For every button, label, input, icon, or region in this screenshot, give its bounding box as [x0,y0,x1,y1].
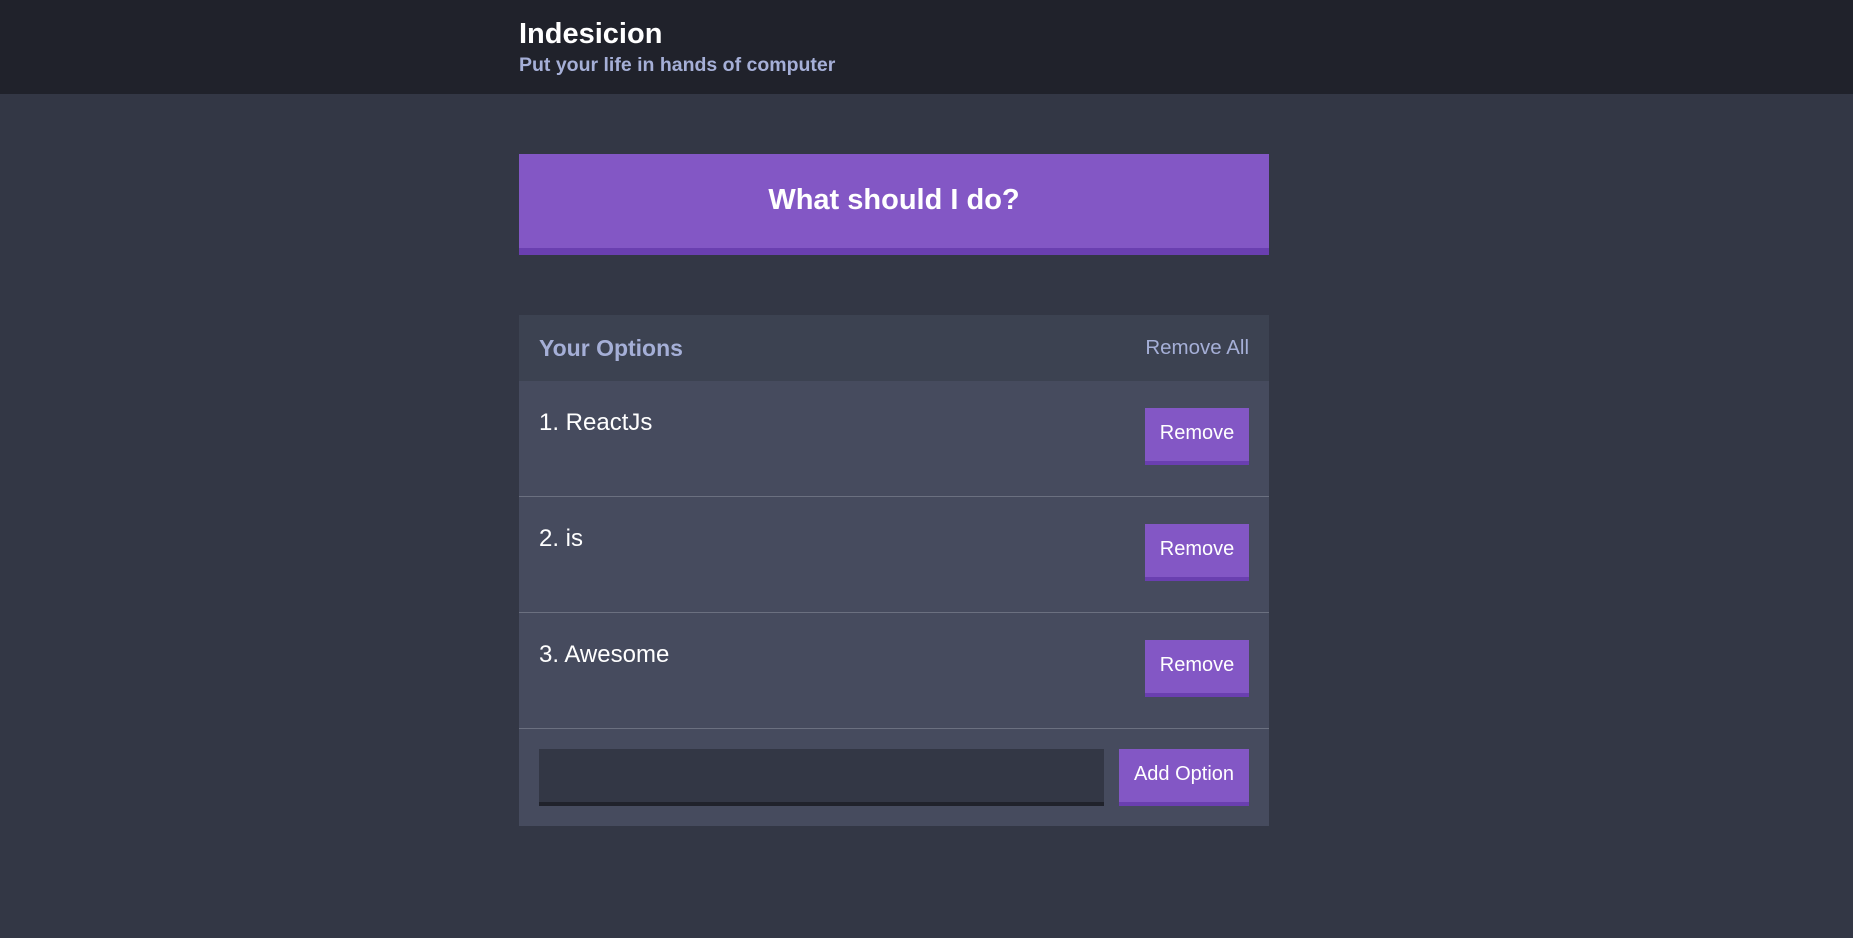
app-subtitle: Put your life in hands of computer [519,54,836,76]
app-title: Indesicion [519,18,663,50]
remove-option-button[interactable]: Remove [1145,640,1249,697]
option-input[interactable] [539,749,1104,806]
remove-option-button[interactable]: Remove [1145,524,1249,581]
what-should-i-do-button[interactable]: What should I do? [519,154,1269,255]
app-header: Indesicion Put your life in hands of com… [0,0,1853,94]
option-item: 2. is Remove [519,497,1269,613]
remove-option-button[interactable]: Remove [1145,408,1249,465]
option-text: 2. is [539,525,584,552]
option-item: 3. Awesome Remove [519,613,1269,729]
options-widget: Your Options Remove All 1. ReactJs Remov… [519,315,1269,826]
widget-header: Your Options Remove All [519,315,1269,381]
option-text: 3. Awesome [539,641,670,668]
option-item: 1. ReactJs Remove [519,381,1269,497]
option-text: 1. ReactJs [539,409,653,436]
add-option-button[interactable]: Add Option [1119,749,1249,806]
widget-title: Your Options [539,334,683,361]
main-content: What should I do? Your Options Remove Al… [519,154,1269,826]
remove-all-button[interactable]: Remove All [1145,336,1249,360]
add-option-form: Add Option [519,729,1269,826]
header-container: Indesicion Put your life in hands of com… [519,0,1269,77]
